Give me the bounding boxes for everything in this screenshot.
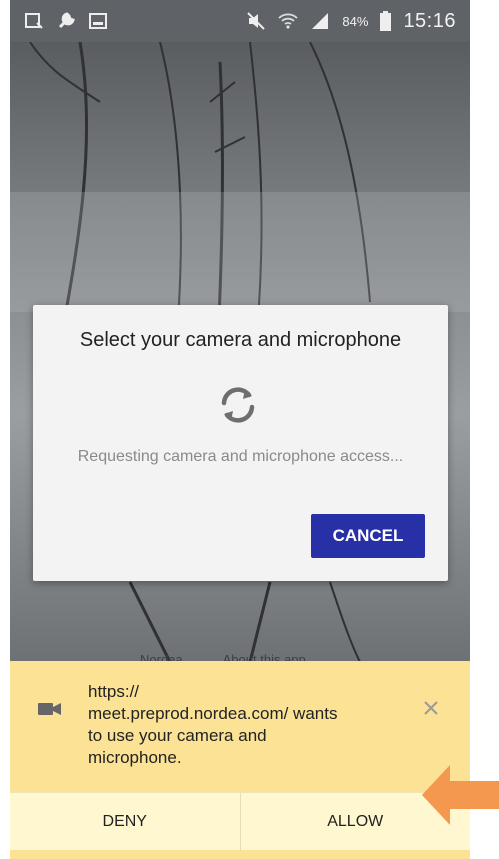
status-left-icons bbox=[24, 11, 108, 31]
battery-percent: 84% bbox=[342, 13, 369, 29]
cancel-button[interactable]: CANCEL bbox=[311, 514, 425, 558]
status-right-icons: 84% 15:16 bbox=[246, 10, 456, 33]
clock: 15:16 bbox=[403, 9, 456, 32]
camera-select-dialog: Select your camera and microphone Reques… bbox=[33, 305, 448, 581]
refresh-icon bbox=[221, 387, 255, 423]
permission-actions: DENY ALLOW bbox=[10, 792, 470, 850]
phone-screen: 84% 15:16 Nor Nordea About this app bbox=[10, 0, 470, 859]
video-camera-icon bbox=[38, 703, 61, 715]
signal-icon bbox=[312, 13, 329, 29]
deny-button[interactable]: DENY bbox=[10, 793, 240, 850]
mute-icon bbox=[247, 12, 266, 30]
wifi-icon bbox=[278, 13, 299, 29]
battery-icon bbox=[380, 11, 392, 31]
permission-message: https:// meet.preprod.nordea.com/ wants … bbox=[88, 682, 338, 767]
wrench-icon bbox=[58, 12, 75, 29]
orange-arrow-annotation bbox=[422, 765, 499, 825]
dialog-message: Requesting camera and microphone access.… bbox=[77, 448, 404, 465]
dialog-title: Select your camera and microphone bbox=[79, 329, 402, 351]
status-bar: 84% 15:16 bbox=[10, 0, 470, 42]
notification-icon bbox=[25, 13, 43, 29]
permission-banner: https:// meet.preprod.nordea.com/ wants … bbox=[10, 661, 470, 859]
close-icon[interactable] bbox=[422, 699, 440, 717]
gallery-icon bbox=[89, 13, 107, 29]
